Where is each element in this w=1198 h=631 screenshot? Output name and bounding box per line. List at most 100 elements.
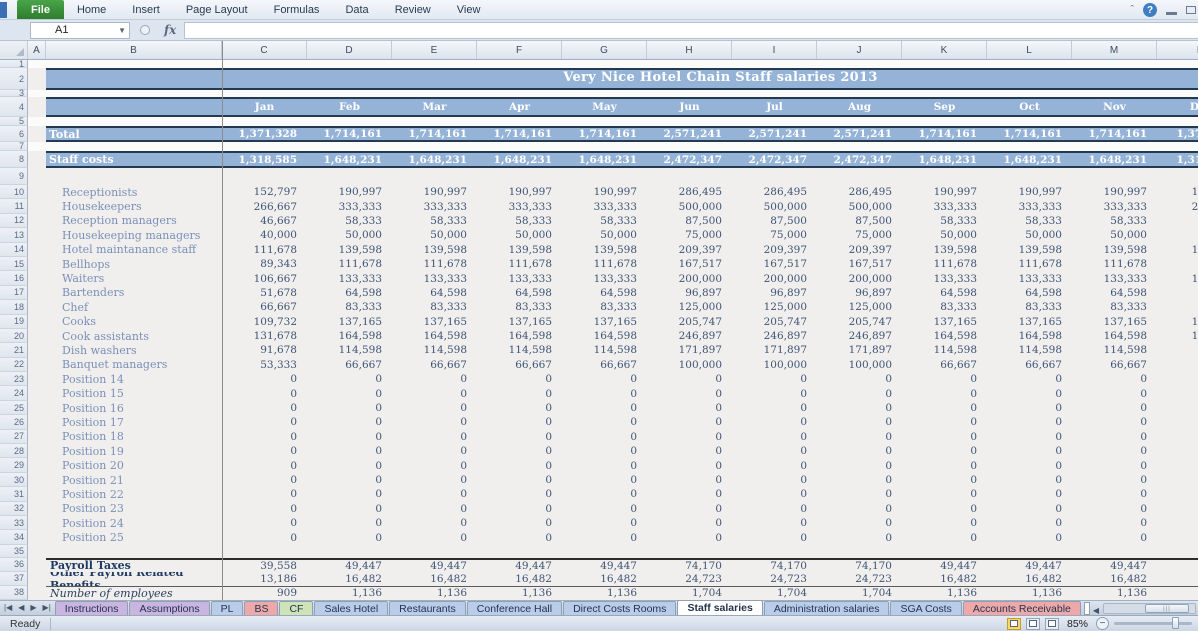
cell-d36[interactable]: 49,447 [307, 560, 392, 572]
cell-k32[interactable]: 0 [902, 502, 987, 516]
cell-l31[interactable]: 0 [987, 487, 1072, 501]
cell-c10[interactable]: 152,797 [222, 185, 307, 199]
cell-h10[interactable]: 286,495 [647, 185, 732, 199]
cell-i18[interactable]: 125,000 [732, 300, 817, 314]
cell-k34[interactable]: 0 [902, 530, 987, 544]
cell-c38[interactable]: 909 [222, 587, 307, 600]
cell-n32[interactable]: 0 [1157, 502, 1198, 516]
cell-k11[interactable]: 333,333 [902, 199, 987, 213]
column-header-d[interactable]: D [307, 41, 392, 59]
row-header-5[interactable]: 5 [0, 117, 28, 126]
cell-f36[interactable]: 49,447 [477, 560, 562, 572]
cell-h14[interactable]: 209,397 [647, 243, 732, 257]
cell-i11[interactable]: 500,000 [732, 199, 817, 213]
cell-a9[interactable] [28, 168, 46, 185]
cell-c21[interactable]: 91,678 [222, 343, 307, 357]
cell-g20[interactable]: 164,598 [562, 329, 647, 343]
row-header-32[interactable]: 32 [0, 502, 28, 516]
cell-l24[interactable]: 0 [987, 386, 1072, 400]
column-header-a[interactable]: A [28, 41, 46, 59]
cell-n17[interactable]: 51,678 [1157, 286, 1198, 300]
cell-k10[interactable]: 190,997 [902, 185, 987, 199]
horizontal-scrollbar-thumb[interactable]: ||| [1145, 604, 1189, 613]
cell-k20[interactable]: 164,598 [902, 329, 987, 343]
cell-i29[interactable]: 0 [732, 458, 817, 472]
cell-g12[interactable]: 58,333 [562, 214, 647, 228]
cell-i15[interactable]: 167,517 [732, 257, 817, 271]
cell-c36[interactable]: 39,558 [222, 560, 307, 572]
cell-n23[interactable]: 0 [1157, 372, 1198, 386]
row-label-position-16[interactable]: Position 16 [46, 401, 222, 415]
cell-h23[interactable]: 0 [647, 372, 732, 386]
cell-e28[interactable]: 0 [392, 444, 477, 458]
row-header-7[interactable]: 7 [0, 142, 28, 151]
row-header-34[interactable]: 34 [0, 530, 28, 544]
cell-m12[interactable]: 58,333 [1072, 214, 1157, 228]
cell-l38[interactable]: 1,136 [987, 587, 1072, 600]
cell-n31[interactable]: 0 [1157, 487, 1198, 501]
cell-l14[interactable]: 139,598 [987, 243, 1072, 257]
row-header-17[interactable]: 17 [0, 286, 28, 300]
cell-m24[interactable]: 0 [1072, 386, 1157, 400]
cell-m31[interactable]: 0 [1072, 487, 1157, 501]
cell-h34[interactable]: 0 [647, 530, 732, 544]
cell-c32[interactable]: 0 [222, 502, 307, 516]
cell-h30[interactable]: 0 [647, 473, 732, 487]
cell-n19[interactable]: 109,732 [1157, 315, 1198, 329]
cell-e24[interactable]: 0 [392, 386, 477, 400]
cell-k33[interactable]: 0 [902, 516, 987, 530]
cell-f15[interactable]: 111,678 [477, 257, 562, 271]
month-header-dec[interactable]: Dec [1157, 99, 1198, 115]
cell-j16[interactable]: 200,000 [817, 271, 902, 285]
month-header-nov[interactable]: Nov [1072, 99, 1157, 115]
row-label-housekeepers[interactable]: Housekeepers [46, 199, 222, 213]
cell-m11[interactable]: 333,333 [1072, 199, 1157, 213]
cell-j17[interactable]: 96,897 [817, 286, 902, 300]
cell-d6[interactable]: 1,714,161 [307, 128, 392, 140]
column-header-e[interactable]: E [392, 41, 477, 59]
cell-h6[interactable]: 2,571,241 [647, 128, 732, 140]
row-header-14[interactable]: 14 [0, 243, 28, 257]
cell-m36[interactable]: 49,447 [1072, 560, 1157, 572]
page-layout-view-icon[interactable] [1026, 618, 1040, 630]
cell-h20[interactable]: 246,897 [647, 329, 732, 343]
row-label-position-23[interactable]: Position 23 [46, 502, 222, 516]
cell-l20[interactable]: 164,598 [987, 329, 1072, 343]
cell-h38[interactable]: 1,704 [647, 587, 732, 600]
row-label-bellhops[interactable]: Bellhops [46, 257, 222, 271]
row-label-waiters[interactable]: Waiters [46, 271, 222, 285]
cell-l32[interactable]: 0 [987, 502, 1072, 516]
sheet-tab-staff-salaries[interactable]: Staff salaries [677, 600, 762, 615]
cell-j21[interactable]: 171,897 [817, 343, 902, 357]
cell-c37[interactable]: 13,186 [222, 572, 307, 586]
cell-f29[interactable]: 0 [477, 458, 562, 472]
select-all-corner[interactable] [0, 41, 28, 59]
cell-e23[interactable]: 0 [392, 372, 477, 386]
row-header-22[interactable]: 22 [0, 358, 28, 372]
row-label-position-14[interactable]: Position 14 [46, 372, 222, 386]
cell-m6[interactable]: 1,714,161 [1072, 128, 1157, 140]
cell-e38[interactable]: 1,136 [392, 587, 477, 600]
cell-a22[interactable] [28, 358, 46, 372]
cell-d21[interactable]: 114,598 [307, 343, 392, 357]
cell-a19[interactable] [28, 315, 46, 329]
cell-j33[interactable]: 0 [817, 516, 902, 530]
file-tab[interactable]: File [17, 0, 64, 19]
cell-a26[interactable] [28, 415, 46, 429]
ribbon-tab-review[interactable]: Review [382, 0, 444, 19]
row-header-15[interactable]: 15 [0, 257, 28, 271]
row-label-position-21[interactable]: Position 21 [46, 473, 222, 487]
cell-i14[interactable]: 209,397 [732, 243, 817, 257]
cell-g6[interactable]: 1,714,161 [562, 128, 647, 140]
sheet-tab-sga-costs[interactable]: SGA Costs [890, 601, 961, 615]
cell-m16[interactable]: 133,333 [1072, 271, 1157, 285]
row-label-cook-assistants[interactable]: Cook assistants [46, 329, 222, 343]
cell-d23[interactable]: 0 [307, 372, 392, 386]
cell-i33[interactable]: 0 [732, 516, 817, 530]
cell-g26[interactable]: 0 [562, 415, 647, 429]
cell-e19[interactable]: 137,165 [392, 315, 477, 329]
cell-a24[interactable] [28, 386, 46, 400]
zoom-slider-thumb[interactable] [1172, 617, 1179, 629]
cell-a25[interactable] [28, 401, 46, 415]
cell-h12[interactable]: 87,500 [647, 214, 732, 228]
